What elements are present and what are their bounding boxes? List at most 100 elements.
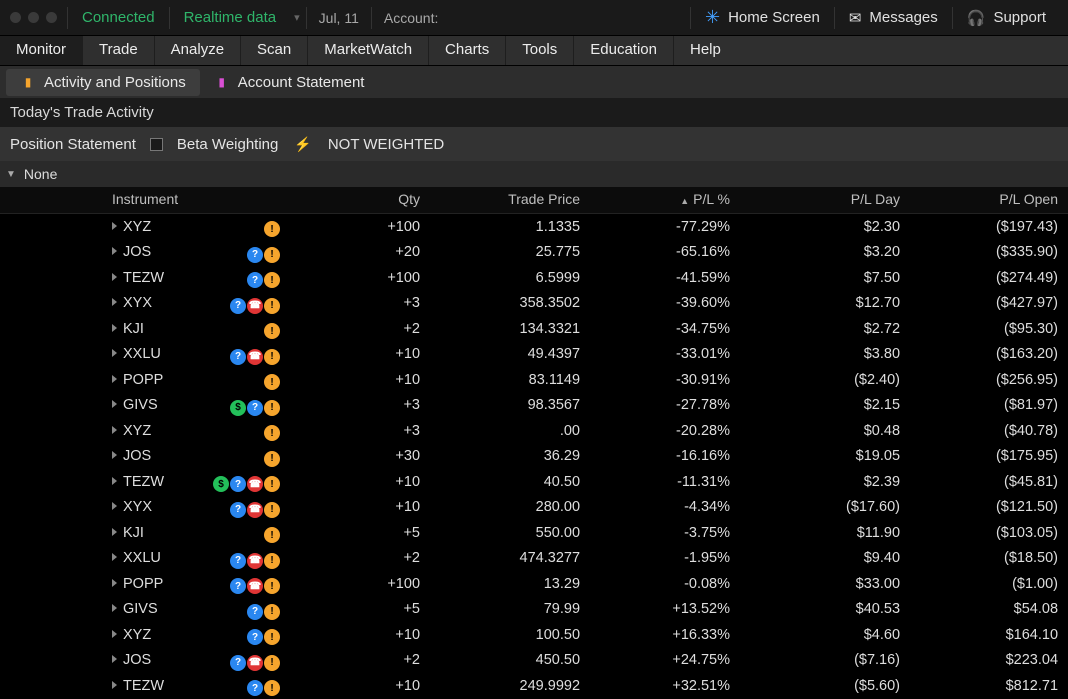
cell-trade-price: 249.9992: [430, 673, 590, 699]
table-row[interactable]: GIVS?!+579.99+13.52%$40.53$54.08: [0, 597, 1068, 623]
table-row[interactable]: XYX?☎!+3358.3502-39.60%$12.70($427.97): [0, 291, 1068, 317]
table-row[interactable]: GIVS$?!+398.3567-27.78%$2.15($81.97): [0, 393, 1068, 419]
menu-help[interactable]: Help: [674, 36, 737, 65]
badge-red-icon: ☎: [247, 655, 263, 671]
expand-triangle-icon[interactable]: [112, 502, 117, 510]
cell-pl-open: $164.10: [910, 622, 1068, 648]
position-statement-title: Position Statement: [10, 136, 136, 153]
close-dot[interactable]: [10, 12, 21, 23]
group-expander[interactable]: ▼ None: [0, 161, 1068, 187]
table-row[interactable]: POPP!+1083.1149-30.91%($2.40)($256.95): [0, 367, 1068, 393]
cell-pl-open: ($18.50): [910, 546, 1068, 572]
cell-pl-pct: -33.01%: [590, 342, 740, 368]
cell-pl-pct: -39.60%: [590, 291, 740, 317]
col-trade-price[interactable]: Trade Price: [430, 187, 590, 214]
cell-trade-price: 358.3502: [430, 291, 590, 317]
badge-blu-icon: ?: [230, 578, 246, 594]
expand-triangle-icon[interactable]: [112, 681, 117, 689]
col-qty[interactable]: Qty: [290, 187, 430, 214]
table-row[interactable]: JOS!+3036.29-16.16%$19.05($175.95): [0, 444, 1068, 470]
menu-charts[interactable]: Charts: [429, 36, 505, 65]
cell-pl-open: $812.71: [910, 673, 1068, 699]
expand-triangle-icon[interactable]: [112, 477, 117, 485]
table-row[interactable]: XYZ!+3.00-20.28%$0.48($40.78): [0, 418, 1068, 444]
table-row[interactable]: JOS?☎!+2450.50+24.75%($7.16)$223.04: [0, 648, 1068, 674]
table-row[interactable]: XXLU?☎!+1049.4397-33.01%$3.80($163.20): [0, 342, 1068, 368]
menu-bar: MonitorTradeAnalyzeScanMarketWatchCharts…: [0, 36, 1068, 66]
expand-triangle-icon[interactable]: [112, 298, 117, 306]
menu-trade[interactable]: Trade: [83, 36, 154, 65]
tab-activity-and-positions[interactable]: ▮Activity and Positions: [6, 69, 200, 96]
expand-triangle-icon[interactable]: [112, 324, 117, 332]
menu-analyze[interactable]: Analyze: [155, 36, 240, 65]
cell-badges: !: [190, 520, 290, 546]
expand-triangle-icon[interactable]: [112, 655, 117, 663]
table-row[interactable]: TEZW?!+10249.9992+32.51%($5.60)$812.71: [0, 673, 1068, 699]
table-row[interactable]: KJI!+5550.00-3.75%$11.90($103.05): [0, 520, 1068, 546]
expand-triangle-icon[interactable]: [112, 426, 117, 434]
beta-weighting-checkbox[interactable]: [150, 138, 163, 151]
expand-triangle-icon[interactable]: [112, 553, 117, 561]
chevron-down-icon[interactable]: ▾: [294, 11, 300, 24]
expand-triangle-icon[interactable]: [112, 630, 117, 638]
bolt-icon[interactable]: ⚡: [292, 136, 313, 153]
expand-triangle-icon[interactable]: [112, 273, 117, 281]
badge-blu-icon: ?: [230, 476, 246, 492]
cell-pl-pct: +13.52%: [590, 597, 740, 623]
cell-instrument: GIVS: [0, 597, 190, 623]
cell-badges: ?☎!: [190, 546, 290, 572]
cell-pl-pct: -30.91%: [590, 367, 740, 393]
expand-triangle-icon[interactable]: [112, 222, 117, 230]
cell-instrument: XYZ: [0, 622, 190, 648]
badge-blu-icon: ?: [230, 349, 246, 365]
expand-triangle-icon[interactable]: [112, 349, 117, 357]
cell-badges: !: [190, 214, 290, 240]
min-dot[interactable]: [28, 12, 39, 23]
table-row[interactable]: TEZW$?☎!+1040.50-11.31%$2.39($45.81): [0, 469, 1068, 495]
cell-instrument: XYZ: [0, 418, 190, 444]
messages-label: Messages: [869, 9, 937, 26]
expand-triangle-icon[interactable]: [112, 375, 117, 383]
cell-pl-day: ($2.40): [740, 367, 910, 393]
table-row[interactable]: XYZ!+1001.1335-77.29%$2.30($197.43): [0, 214, 1068, 240]
menu-monitor[interactable]: Monitor: [0, 36, 82, 65]
expand-triangle-icon[interactable]: [112, 247, 117, 255]
group-label: None: [24, 166, 57, 182]
home-screen-link[interactable]: ✳ Home Screen: [691, 7, 834, 28]
expand-triangle-icon[interactable]: [112, 400, 117, 408]
expand-triangle-icon[interactable]: [112, 579, 117, 587]
home-label: Home Screen: [728, 9, 820, 26]
tab-account-statement[interactable]: ▮Account Statement: [200, 69, 379, 96]
table-row[interactable]: POPP?☎!+10013.29-0.08%$33.00($1.00): [0, 571, 1068, 597]
menu-tools[interactable]: Tools: [506, 36, 573, 65]
table-row[interactable]: TEZW?!+1006.5999-41.59%$7.50($274.49): [0, 265, 1068, 291]
col-instrument[interactable]: Instrument: [0, 187, 290, 214]
support-link[interactable]: 🎧 Support: [953, 9, 1060, 27]
col-pl-pct[interactable]: ▲P/L %: [590, 187, 740, 214]
menu-scan[interactable]: Scan: [241, 36, 307, 65]
table-row[interactable]: XYZ?!+10100.50+16.33%$4.60$164.10: [0, 622, 1068, 648]
cell-trade-price: 83.1149: [430, 367, 590, 393]
col-pl-day[interactable]: P/L Day: [740, 187, 910, 214]
cell-trade-price: 134.3321: [430, 316, 590, 342]
cell-pl-day: ($5.60): [740, 673, 910, 699]
account-label[interactable]: Account:: [372, 10, 450, 26]
badge-grn-icon: $: [213, 476, 229, 492]
expand-triangle-icon[interactable]: [112, 604, 117, 612]
menu-marketwatch[interactable]: MarketWatch: [308, 36, 428, 65]
cell-pl-day: ($7.16): [740, 648, 910, 674]
cell-pl-pct: -27.78%: [590, 393, 740, 419]
table-row[interactable]: JOS?!+2025.775-65.16%$3.20($335.90): [0, 240, 1068, 266]
table-row[interactable]: KJI!+2134.3321-34.75%$2.72($95.30): [0, 316, 1068, 342]
cell-pl-day: $2.72: [740, 316, 910, 342]
badge-blu-icon: ?: [230, 502, 246, 518]
max-dot[interactable]: [46, 12, 57, 23]
menu-education[interactable]: Education: [574, 36, 673, 65]
table-row[interactable]: XXLU?☎!+2474.3277-1.95%$9.40($18.50): [0, 546, 1068, 572]
table-row[interactable]: XYX?☎!+10280.00-4.34%($17.60)($121.50): [0, 495, 1068, 521]
col-pl-open[interactable]: P/L Open: [910, 187, 1068, 214]
messages-link[interactable]: ✉ Messages: [835, 9, 952, 27]
expand-triangle-icon[interactable]: [112, 451, 117, 459]
cell-badges: ?☎!: [190, 291, 290, 317]
expand-triangle-icon[interactable]: [112, 528, 117, 536]
